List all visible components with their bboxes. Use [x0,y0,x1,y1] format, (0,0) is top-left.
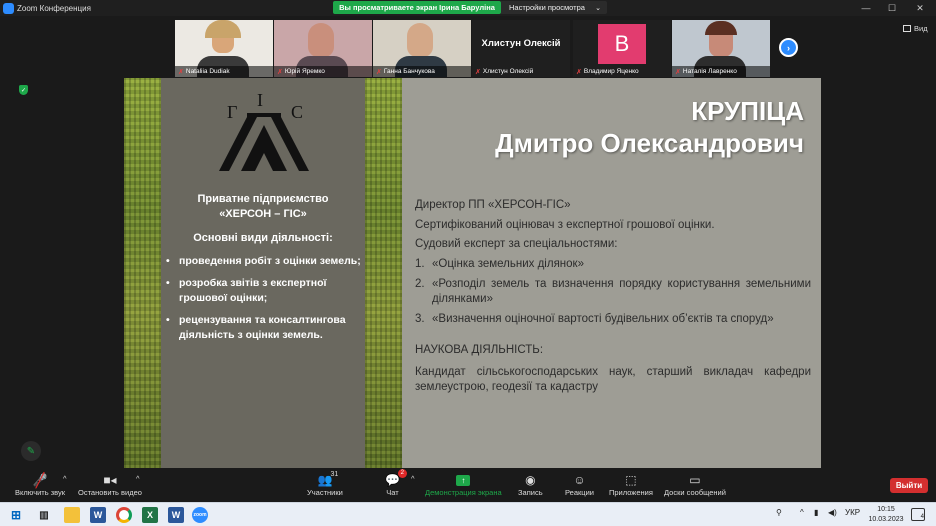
bio-certification: Сертифікований оцінювач з експертної гро… [415,218,715,231]
minimize-button[interactable]: — [852,0,880,16]
grass-background-middle [365,78,402,468]
audio-options-chevron-icon[interactable]: ^ [63,474,67,483]
mic-muted-icon: 🎤 ╱ [32,471,48,488]
zoom-taskbar-icon[interactable]: zoom [192,507,208,523]
participant-tile[interactable]: ✗ Ганна Банчукова [373,20,471,77]
close-button[interactable]: ✕ [906,0,934,16]
excel-icon[interactable]: X [142,507,158,523]
people-icon[interactable]: ⚲ [776,508,782,517]
word-icon[interactable]: W [168,507,184,523]
language-indicator[interactable]: УКР [845,508,860,517]
company-logo-icon [219,113,309,171]
list-item: проведення робіт з оцінки земель; [164,254,364,269]
apps-button[interactable]: ⬚ Приложения [609,472,653,497]
participant-tile[interactable]: ✗ Наталія Лавренко [672,20,770,77]
participant-name: Наталія Лавренко [682,68,737,75]
system-clock[interactable]: 10:15 10.03.2023 [864,505,908,525]
participant-name: Юрій Яремко [284,68,325,75]
list-item: розробка звітів з експертної грошової оц… [164,276,364,306]
record-icon: ◉ [525,473,536,487]
share-screen-icon: ↑ [456,474,471,486]
whiteboard-icon: ▭ [689,473,701,487]
science-text: Кандидат сільськогосподарських наук, ста… [415,366,811,393]
windows-start-icon[interactable]: ⊞ [8,507,24,523]
share-screen-button[interactable]: ↑ Демонстрация экрана [425,472,502,497]
reactions-button[interactable]: ☺ Реакции [565,472,594,497]
bio-text: Директор ПП «ХЕРСОН-ГІС» Сертифікований … [415,198,811,399]
annotate-pencil-icon[interactable]: ✎ [21,441,41,461]
mic-muted-icon: ✗ [376,68,382,76]
chevron-down-icon: ⌄ [595,4,601,12]
participant-name: Хлистун Олексій [482,68,534,75]
participants-button[interactable]: 👥 31 Участники [307,471,343,497]
mic-muted-icon: ✗ [475,68,481,76]
view-options-button[interactable]: Настройки просмотра ⌄ [501,1,607,14]
volume-icon[interactable]: ◀) [828,508,837,517]
security-shield-icon[interactable]: ✓ [19,85,28,95]
participant-avatar: B [598,24,646,64]
activities-list: проведення робіт з оцінки земель; розроб… [164,254,364,350]
chrome-icon[interactable] [116,507,132,523]
unmute-button[interactable]: 🎤 ╱ Включить звук [15,471,65,498]
participant-name: Ганна Банчукова [383,68,435,75]
view-button-label: Вид [914,24,928,33]
mic-muted-icon: ✗ [277,68,283,76]
participant-tile[interactable]: ✗ Юрій Яремко [274,20,372,77]
view-options-label: Настройки просмотра [509,3,585,12]
participant-tile[interactable]: B ✗ Владимир Яценко [573,20,671,77]
notifications-icon[interactable]: 4 [911,508,925,521]
reactions-smiley-icon: ☺ [573,473,586,487]
list-item: 3. «Визначення оціночної вартості будівел… [415,313,774,325]
task-view-icon[interactable]: ▥ [36,507,52,523]
person-surname: КРУПІЦА [691,96,804,126]
chat-icon: 💬 2 [385,469,407,488]
maximize-button[interactable]: ☐ [878,0,906,16]
record-button[interactable]: ◉ Запись [518,472,543,497]
list-item: 2. «Розподіл земель та визначення порядку… [415,278,811,305]
file-explorer-icon[interactable] [64,507,80,523]
participant-tile[interactable]: ✗ Nataliia Dudiak [175,20,273,77]
share-banner: Вы просматриваете экран Ірина Баруліна [333,1,501,14]
next-page-button[interactable]: › [779,38,798,57]
participants-count: 31 [330,471,339,478]
mic-muted-icon: ✗ [178,68,184,76]
word-icon[interactable]: W [90,507,106,523]
mic-muted-icon: ✗ [675,68,681,76]
specialties-list: 1. «Оцінка земельних ділянок» 2. «Розподіл… [415,257,811,327]
zoom-logo-icon [3,2,14,14]
participants-icon: 👥 31 [317,471,339,487]
view-button[interactable]: Вид [903,24,928,33]
science-title: НАУКОВА ДІЯЛЬНІСТЬ: [415,343,544,356]
stop-video-button[interactable]: ■◂ Остановить видео [78,472,142,497]
video-camera-icon: ■◂ [103,473,117,487]
participant-display-name: Хлистун Олексій [481,38,561,49]
grid-view-icon [903,25,911,32]
tray-chevron-icon[interactable]: ^ [800,508,804,517]
grass-background-left [124,78,161,468]
list-item: 1. «Оцінка земельних ділянок» [415,257,584,270]
participant-name: Владимир Яценко [583,68,639,75]
bio-expert-title: Судовий експерт за спеціальностями: [415,238,618,250]
leave-button[interactable]: Выйти [890,478,928,493]
shared-screen: Г І С Приватне підприємство «ХЕРСОН – ГІ… [124,78,821,468]
list-item: рецензування та консалтингова діяльність… [164,313,364,343]
bio-position: Директор ПП «ХЕРСОН-ГІС» [415,199,571,211]
mic-muted-icon: ✗ [576,68,582,76]
video-options-chevron-icon[interactable]: ^ [136,474,140,483]
whiteboards-button[interactable]: ▭ Доски сообщений [664,472,726,497]
participant-tile[interactable]: Хлистун Олексій ✗ Хлистун Олексій [472,20,570,77]
chat-badge: 2 [397,469,407,478]
chat-options-chevron-icon[interactable]: ^ [411,474,415,483]
company-name: Приватне підприємство «ХЕРСОН – ГІС» [197,193,329,220]
windows-taskbar: ⊞ ▥ W X W zoom ⚲ ^ ▮ ◀) УКР 10:15 10.03.… [0,502,936,526]
window-title: Zoom Конференция [17,3,91,13]
participant-name: Nataliia Dudiak [185,68,230,75]
activities-title: Основні види діяльності: [193,232,333,244]
person-fullname: Дмитро Олександрович [495,128,804,158]
chat-button[interactable]: 💬 2 Чат [385,469,407,497]
apps-icon: ⬚ [625,473,637,487]
network-icon[interactable]: ▮ [814,508,818,517]
